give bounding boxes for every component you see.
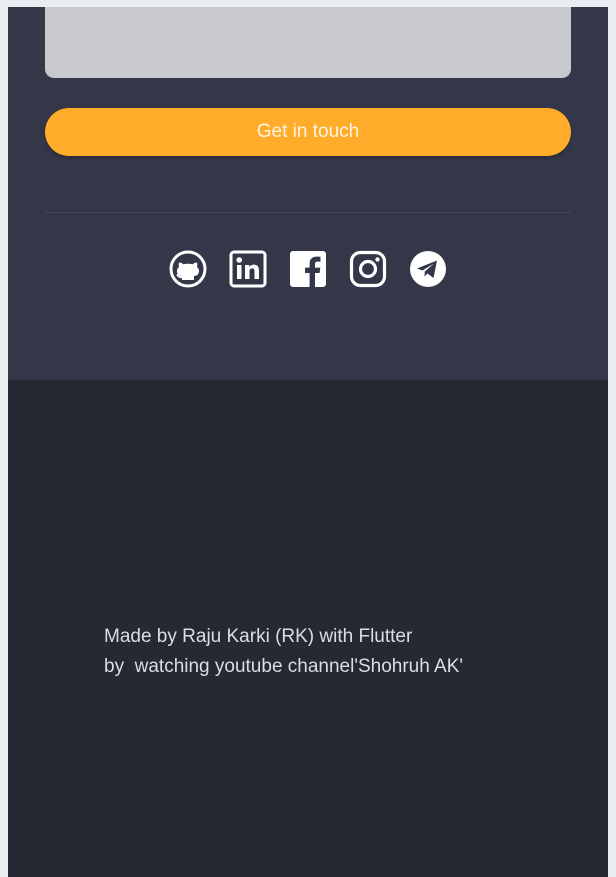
divider (45, 212, 571, 213)
credit-text: Made by Raju Karki (RK) with Flutter by … (104, 622, 564, 682)
footer: Made by Raju Karki (RK) with Flutter by … (8, 380, 608, 877)
credit-line-2: by watching youtube channel'Shohruh AK' (104, 656, 464, 677)
instagram-icon[interactable] (348, 249, 388, 289)
app-frame: Get in touch Made by Raju Karki (RK) wit… (8, 7, 608, 877)
message-textarea[interactable] (45, 7, 571, 78)
credit-line-1: Made by Raju Karki (RK) with Flutter (104, 626, 413, 647)
github-icon[interactable] (168, 249, 208, 289)
linkedin-icon[interactable] (228, 249, 268, 289)
contact-section: Get in touch (8, 7, 608, 380)
social-links (168, 249, 449, 289)
facebook-icon[interactable] (288, 249, 328, 289)
telegram-icon[interactable] (408, 249, 448, 289)
get-in-touch-button[interactable]: Get in touch (45, 108, 571, 156)
